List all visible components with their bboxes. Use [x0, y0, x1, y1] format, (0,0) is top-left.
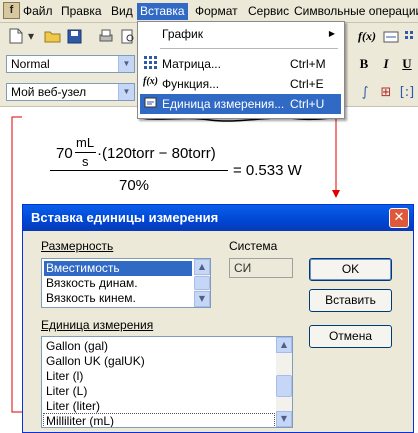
menu-item-matrix-label: Матрица...	[162, 57, 221, 71]
submenu-arrow-icon: ▶	[328, 29, 335, 38]
dimension-scrollbar[interactable]: ▲ ▼	[194, 259, 210, 307]
menu-item-unit-shortcut: Ctrl+U	[290, 97, 325, 111]
scroll-up-icon[interactable]: ▲	[194, 259, 210, 275]
scroll-thumb[interactable]	[276, 375, 292, 397]
dialog-title: Вставка единицы измерения	[31, 210, 219, 225]
menu-item-matrix-shortcut: Ctrl+M	[290, 57, 326, 71]
insert-unit-dialog: Вставка единицы измерения ✕ Размерность …	[22, 204, 414, 433]
list-item[interactable]: Liter (L)	[44, 384, 274, 399]
scroll-up-icon[interactable]: ▲	[276, 337, 292, 353]
cancel-button[interactable]: Отмена	[309, 325, 392, 348]
list-item[interactable]: Milliliter (mL)	[43, 413, 275, 427]
list-item[interactable]: Liter (l)	[44, 369, 274, 384]
menu-item-function-shortcut: Ctrl+E	[290, 77, 324, 91]
menu-item-graph[interactable]: График ▶	[140, 24, 341, 44]
close-icon: ✕	[393, 210, 405, 225]
scroll-down-icon[interactable]: ▼	[276, 411, 292, 427]
insert-menu: График ▶ Матрица... Ctrl+M f(x) Функция.…	[137, 21, 345, 119]
list-item[interactable]: Gallon (gal)	[44, 339, 274, 354]
list-item[interactable]: Liter (liter)	[44, 399, 274, 414]
dimension-listbox[interactable]: Вместимость Вязкость динам. Вязкость кин…	[41, 258, 211, 308]
dialog-titlebar[interactable]: Вставка единицы измерения ✕	[23, 205, 413, 231]
unit-label: Единица измерения	[41, 318, 154, 332]
menu-item-graph-label: График	[162, 27, 203, 41]
matrix-icon	[143, 56, 158, 71]
menu-separator	[160, 48, 338, 49]
list-item[interactable]: Вязкость динам.	[44, 276, 192, 291]
menu-item-matrix[interactable]: Матрица... Ctrl+M	[140, 54, 341, 74]
system-field: СИ	[229, 258, 293, 278]
menu-item-function-label: Функция...	[162, 77, 220, 91]
menu-item-unit[interactable]: Единица измерения... Ctrl+U	[140, 94, 341, 114]
menu-item-unit-label: Единица измерения...	[162, 97, 285, 111]
close-button[interactable]: ✕	[389, 208, 409, 228]
list-item[interactable]: Вязкость кинем.	[44, 291, 192, 306]
function-icon: f(x)	[143, 76, 158, 87]
insert-button[interactable]: Вставить	[309, 289, 392, 312]
list-item[interactable]: Вместимость	[44, 261, 192, 276]
system-label: Система	[229, 239, 278, 253]
dimension-label: Размерность	[41, 239, 114, 253]
scroll-thumb[interactable]	[194, 276, 210, 290]
list-item[interactable]: Gallon UK (galUK)	[44, 354, 274, 369]
ok-button[interactable]: OK	[309, 258, 392, 281]
unit-icon	[143, 96, 158, 111]
scroll-down-icon[interactable]: ▼	[194, 291, 210, 307]
unit-scrollbar[interactable]: ▲ ▼	[276, 337, 292, 427]
unit-listbox[interactable]: Gallon (gal) Gallon UK (galUK) Liter (l)…	[41, 336, 293, 428]
annotation-arrowhead-unit	[332, 190, 340, 198]
menu-item-function[interactable]: f(x) Функция... Ctrl+E	[140, 74, 341, 94]
